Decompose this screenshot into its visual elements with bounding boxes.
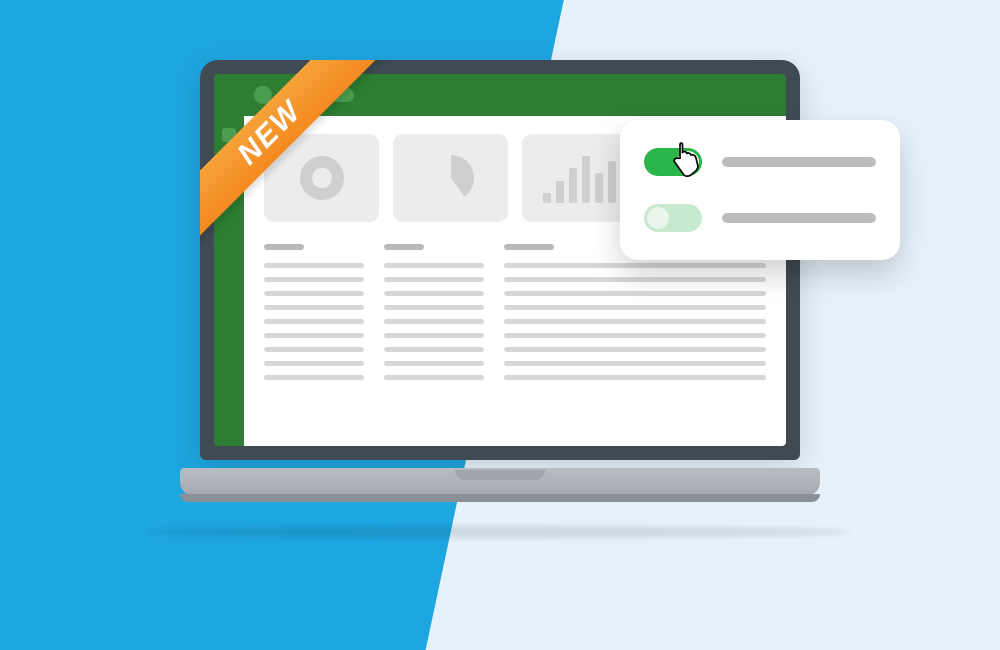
toggle-label-placeholder (722, 213, 876, 223)
table-cell (384, 291, 484, 296)
table-cell (504, 263, 766, 268)
table-cell (504, 291, 766, 296)
table-cell (504, 375, 766, 380)
donut-chart-icon (300, 156, 344, 200)
column-header (504, 244, 554, 250)
toggle-knob (647, 207, 669, 229)
table-column (504, 244, 766, 380)
table-cell (384, 305, 484, 310)
table-cell (384, 277, 484, 282)
table-cell (384, 361, 484, 366)
column-header (264, 244, 304, 250)
settings-popover (620, 120, 900, 260)
side-nav (214, 116, 244, 446)
table-cell (264, 333, 364, 338)
table-cell (264, 347, 364, 352)
table-cell (504, 333, 766, 338)
table-cell (264, 305, 364, 310)
column-header (384, 244, 424, 250)
table-cell (264, 375, 364, 380)
app-title-placeholder (284, 88, 354, 102)
nav-item-icon[interactable] (222, 172, 236, 186)
card-pie-chart[interactable] (393, 134, 508, 222)
table-cell (264, 361, 364, 366)
table-cell (504, 319, 766, 324)
table-cell (264, 319, 364, 324)
table-cell (384, 375, 484, 380)
toggle-label-placeholder (722, 157, 876, 167)
nav-item-icon[interactable] (222, 150, 236, 164)
card-donut-chart[interactable] (264, 134, 379, 222)
table-cell (384, 333, 484, 338)
pointer-cursor-icon (668, 140, 702, 180)
table-cell (504, 305, 766, 310)
table-cell (504, 277, 766, 282)
table-cell (264, 291, 364, 296)
table-cell (384, 319, 484, 324)
table-cell (264, 277, 364, 282)
table-cell (384, 347, 484, 352)
laptop-shadow (150, 526, 850, 538)
laptop-notch (455, 470, 545, 480)
feature-toggle-off[interactable] (644, 204, 702, 232)
table-cell (264, 263, 364, 268)
table-column (264, 244, 364, 380)
app-topbar (214, 74, 786, 116)
toggle-row (644, 204, 876, 232)
table-cell (504, 347, 766, 352)
pie-chart-icon (428, 155, 474, 201)
app-logo-icon (254, 86, 272, 104)
table-cell (504, 361, 766, 366)
table-column (384, 244, 484, 380)
laptop-edge (180, 494, 820, 502)
bar-chart-icon (543, 153, 616, 203)
table-cell (384, 263, 484, 268)
nav-item-icon[interactable] (222, 128, 236, 142)
dashboard-table (264, 244, 766, 380)
